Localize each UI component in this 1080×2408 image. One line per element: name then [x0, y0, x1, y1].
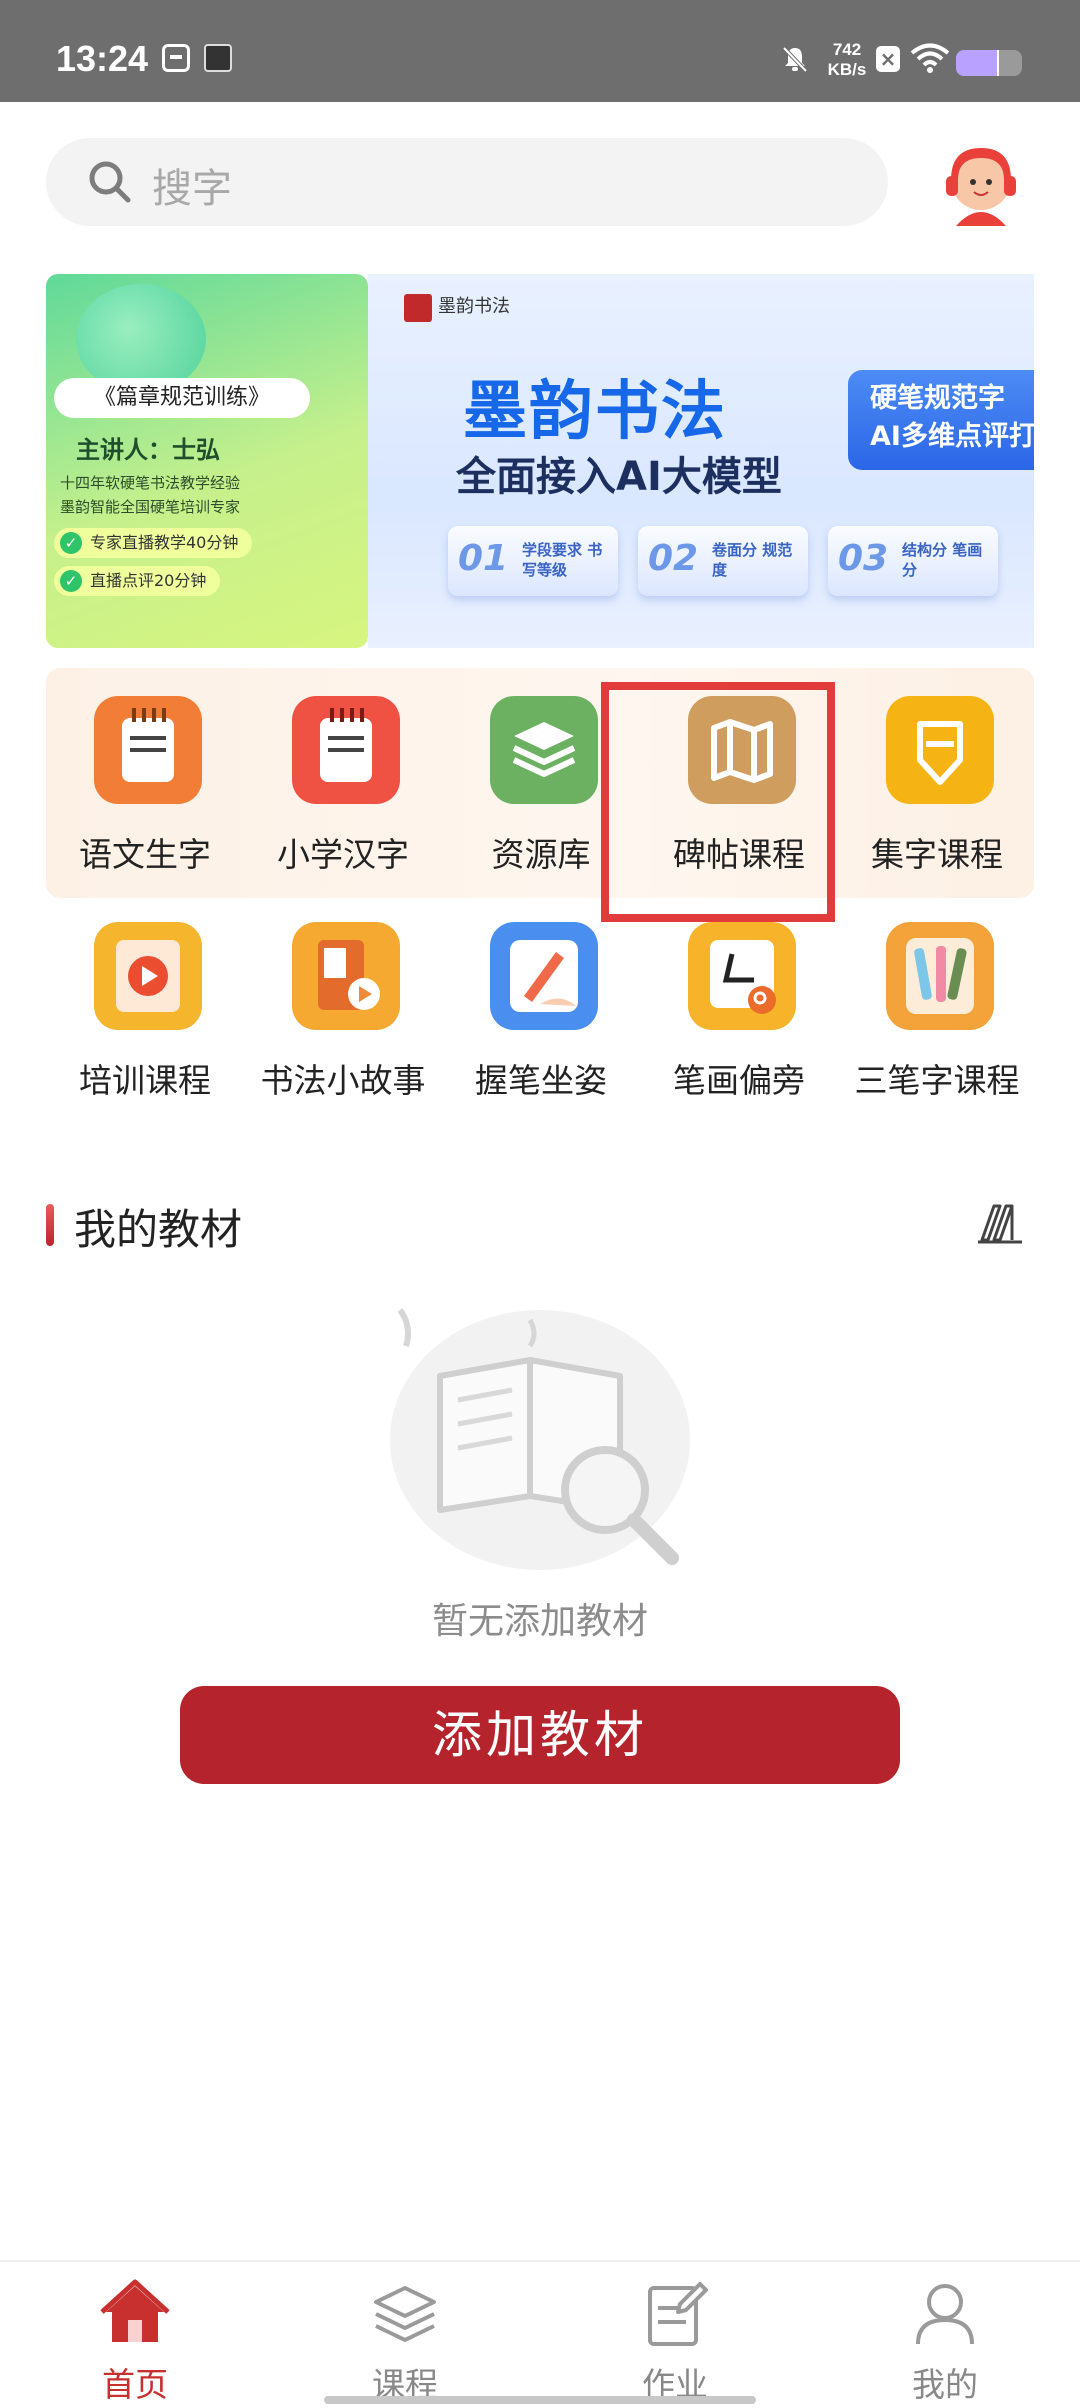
pen-hand-icon — [490, 922, 598, 1030]
feature-label: 集字课程 — [871, 835, 1003, 874]
homework-icon — [648, 2282, 708, 2346]
feature-jizi[interactable]: 集字课程 — [838, 680, 1036, 880]
ad-step: 02 卷面分 规范度 — [638, 526, 808, 596]
status-time: 13:24 — [56, 38, 149, 79]
tab-label: 首页 — [102, 2365, 168, 2404]
section-title: 我的教材 — [74, 1205, 243, 1254]
feature-label: 书法小故事 — [260, 1061, 426, 1100]
yuwen-book-icon — [94, 696, 202, 804]
ad-title: 墨韵书法 — [463, 375, 727, 449]
promo-pill: 直播点评20分钟 — [54, 566, 221, 596]
feature-label: 握笔坐姿 — [475, 1061, 607, 1100]
promo-title: 《篇章规范训练》 — [54, 378, 310, 418]
ad-card[interactable]: 墨韵书法 墨韵书法 全面接入AI大模型 硬笔规范字 AI多维点评打 01 学段要… — [368, 274, 1034, 648]
home-indicator[interactable] — [324, 2396, 756, 2404]
edit-books-icon[interactable] — [976, 1200, 1024, 1244]
feature-hanzi[interactable]: 小学汉字 — [244, 680, 442, 880]
promo-card[interactable]: 《篇章规范训练》 主讲人：士弘 十四年软硬笔书法教学经验 墨韵智能全国硬笔培训专… — [46, 274, 368, 648]
ad-step: 01 学段要求 书写等级 — [448, 526, 618, 596]
pen-nib-icon — [886, 696, 994, 804]
feature-three-pens[interactable]: 三笔字课程 — [838, 906, 1036, 1106]
feature-label: 小学汉字 — [277, 835, 409, 874]
feature-training[interactable]: 培训课程 — [46, 906, 244, 1106]
battery-icon — [956, 50, 1022, 76]
hanzi-book-icon — [292, 696, 400, 804]
empty-book-search-icon — [390, 1308, 690, 1570]
ad-tag: 硬笔规范字 AI多维点评打 — [848, 370, 1034, 470]
status-bar: 13:24 742 KB/s × — [0, 0, 1080, 102]
add-textbook-button[interactable]: 添加教材 — [180, 1686, 900, 1784]
tab-home[interactable]: 首页 — [0, 2262, 270, 2408]
logo-text: 墨韵书法 — [438, 296, 510, 317]
feature-strokes[interactable]: 笔画偏旁 — [640, 906, 838, 1106]
feature-label: 三笔字课程 — [854, 1061, 1020, 1100]
feature-grid: 语文生字 小学汉字 资源库 碑帖课程 集字课程 培训课程 书法小故事 握笔坐姿 … — [46, 680, 1034, 1120]
promo-line: 十四年软硬笔书法教学经验 — [60, 474, 241, 492]
search-icon — [89, 161, 131, 203]
feature-grip[interactable]: 握笔坐姿 — [442, 906, 640, 1106]
moyun-logo-icon — [404, 294, 432, 322]
banner-carousel[interactable]: 《篇章规范训练》 主讲人：士弘 十四年软硬笔书法教学经验 墨韵智能全国硬笔培训专… — [46, 274, 1034, 648]
tab-homework[interactable]: 作业 — [540, 2262, 810, 2408]
customer-service-icon[interactable] — [938, 140, 1024, 226]
brush-pens-icon — [886, 922, 994, 1030]
feature-label: 培训课程 — [79, 1061, 211, 1100]
layers-icon — [490, 696, 598, 804]
highlight-box — [601, 682, 835, 922]
notification-app-icon — [162, 44, 190, 72]
feature-label: 笔画偏旁 — [673, 1061, 805, 1100]
battery-level — [956, 50, 999, 76]
bell-muted-icon — [782, 46, 808, 73]
tab-label: 我的 — [912, 2365, 978, 2404]
play-book-icon — [94, 922, 202, 1030]
search-bar[interactable]: 搜字 — [46, 138, 888, 226]
ad-step: 03 结构分 笔画分 — [828, 526, 998, 596]
feature-story[interactable]: 书法小故事 — [244, 906, 442, 1106]
layers-outline-icon — [374, 2286, 436, 2342]
tab-profile[interactable]: 我的 — [810, 2262, 1080, 2408]
search-placeholder: 搜字 — [152, 166, 232, 212]
ad-subtitle: 全面接入AI大模型 — [456, 454, 782, 500]
promo-pill: 专家直播教学40分钟 — [54, 528, 253, 558]
tab-courses[interactable]: 课程 — [270, 2262, 540, 2408]
story-book-icon — [292, 922, 400, 1030]
stroke-search-icon — [688, 922, 796, 1030]
wifi-icon — [910, 43, 950, 73]
bottom-tab-bar: 首页 课程 作业 我的 — [0, 2260, 1080, 2408]
profile-icon — [916, 2284, 974, 2345]
x-app-icon: × — [876, 46, 900, 72]
empty-state-text: 暂无添加教材 — [431, 1601, 648, 1642]
feature-yuwen[interactable]: 语文生字 — [46, 680, 244, 880]
promo-lecturer: 主讲人：士弘 — [76, 435, 220, 464]
home-icon — [100, 2279, 170, 2342]
feature-label: 语文生字 — [79, 835, 211, 874]
promo-line: 墨韵智能全国硬笔培训专家 — [60, 498, 241, 516]
notification-avatar-icon — [204, 44, 232, 72]
section-accent-bar — [46, 1204, 54, 1246]
network-speed: 742 KB/s — [827, 40, 867, 79]
